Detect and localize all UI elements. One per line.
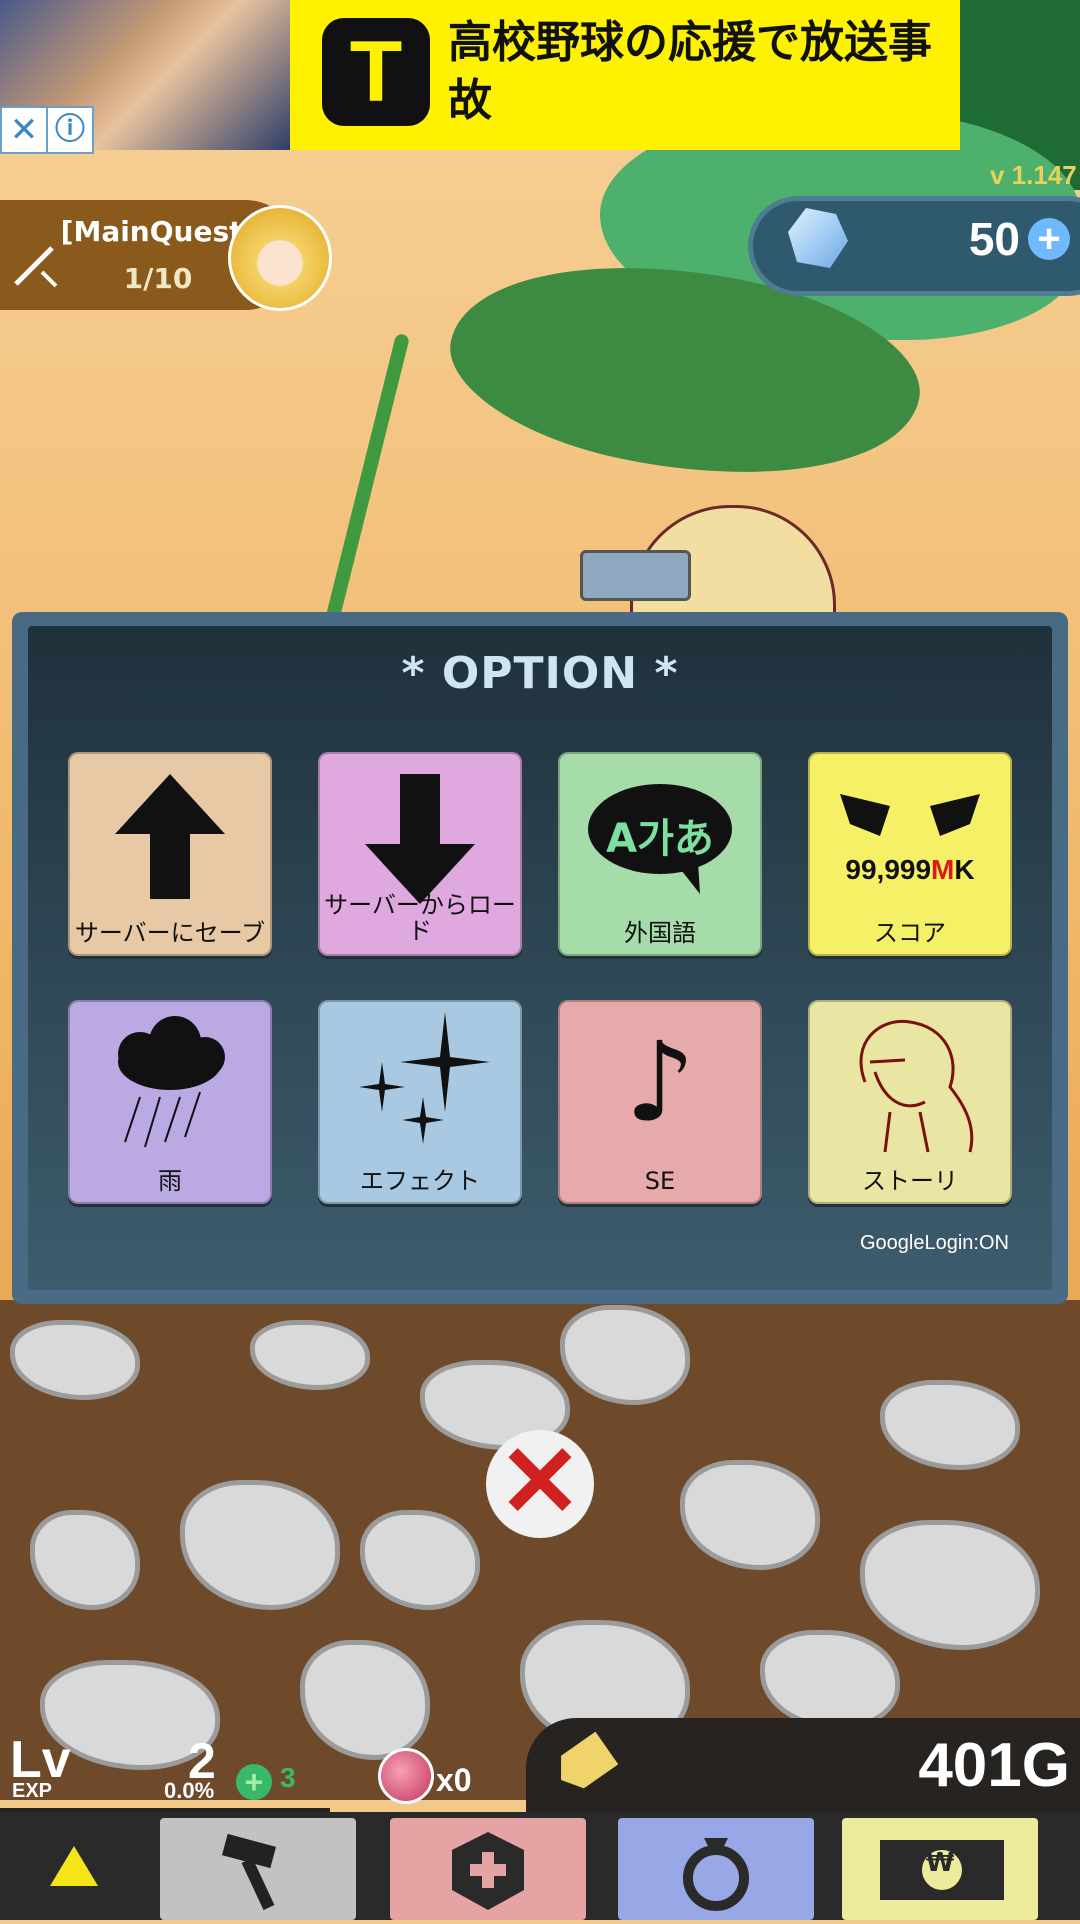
stone [300,1640,430,1760]
stone [680,1460,820,1570]
plus-count: 3 [280,1762,296,1793]
stone [180,1480,340,1610]
stone [10,1320,140,1400]
stone [860,1520,1040,1650]
load-from-server-button[interactable]: サーバーからロード [318,752,522,956]
score-number: 99,999 [845,854,932,885]
wings-score-icon: 99,999MK [810,754,1010,924]
ring-icon [683,1838,749,1911]
stone [360,1510,480,1610]
potion-icon[interactable] [378,1748,434,1804]
exp-label: EXP [12,1780,53,1802]
character-sketch-icon [810,1002,1010,1172]
accessory-tab[interactable] [618,1818,814,1920]
hexagon-plus-icon [452,1832,524,1910]
score-unit-k: K [954,854,975,885]
speech-bubble-icon: A가あ [560,754,760,924]
ad-close-icon[interactable]: ✕ [0,106,48,154]
option-label: 外国語 [624,919,696,947]
hammer-icon [222,1833,276,1911]
score-button[interactable]: 99,999MK スコア [808,752,1012,956]
option-label: 雨 [158,1167,182,1195]
quest-title: [MainQuest] [60,215,256,248]
option-title: * OPTION * [401,648,679,699]
rain-button[interactable]: 雨 [68,1000,272,1204]
option-label: サーバーからロード [324,891,516,945]
version-label: v 1.147 [990,160,1077,190]
story-button[interactable]: ストーリ [808,1000,1012,1204]
stone [30,1510,140,1610]
language-button[interactable]: A가あ 外国語 [558,752,762,956]
stone [760,1630,900,1730]
quest-avatar[interactable] [228,205,332,311]
stone [560,1305,690,1405]
hammer-tab[interactable] [160,1818,356,1920]
google-login-status: GoogleLogin:ON [860,1232,1009,1254]
upgrade-tab[interactable] [390,1818,586,1920]
gem-count: 50 [968,213,1020,265]
option-label: エフェクト [360,1167,480,1195]
option-label: ストーリ [862,1167,958,1195]
option-label: SE [644,1167,676,1195]
music-note-icon: ♪ [624,1018,696,1146]
sound-effect-button[interactable]: ♪ SE [558,1000,762,1204]
character-hammer [580,550,691,601]
gold-amount: 401G [918,1731,1070,1800]
ad-logo[interactable]: T [322,18,430,126]
arrow-up-icon [70,754,270,924]
score-unit-m: M [931,854,955,885]
ad-info-icon[interactable]: ⓘ [46,106,94,154]
stone [880,1380,1020,1470]
rain-cloud-icon [70,1002,270,1172]
save-to-server-button[interactable]: サーバーにセーブ [68,752,272,956]
triangle-up-icon [50,1846,98,1886]
won-symbol: ₩ [925,1848,955,1878]
add-gems-button[interactable]: + [1028,218,1070,260]
stone [250,1320,370,1390]
close-option-button[interactable]: ✕ [486,1430,594,1538]
sword-icon [12,238,62,300]
potion-count: x0 [436,1762,472,1798]
sparkles-icon [320,1002,520,1172]
option-label: サーバーにセーブ [74,919,266,947]
speech-bubble-text: A가あ [606,816,714,862]
effect-button[interactable]: エフェクト [318,1000,522,1204]
exp-percent: 0.0% [164,1778,215,1803]
plus-icon: + [236,1764,272,1800]
ad-headline[interactable]: 高校野球の応援で放送事故 [448,14,948,130]
option-label: スコア [874,919,946,947]
shop-tab[interactable]: ₩ [842,1818,1038,1920]
